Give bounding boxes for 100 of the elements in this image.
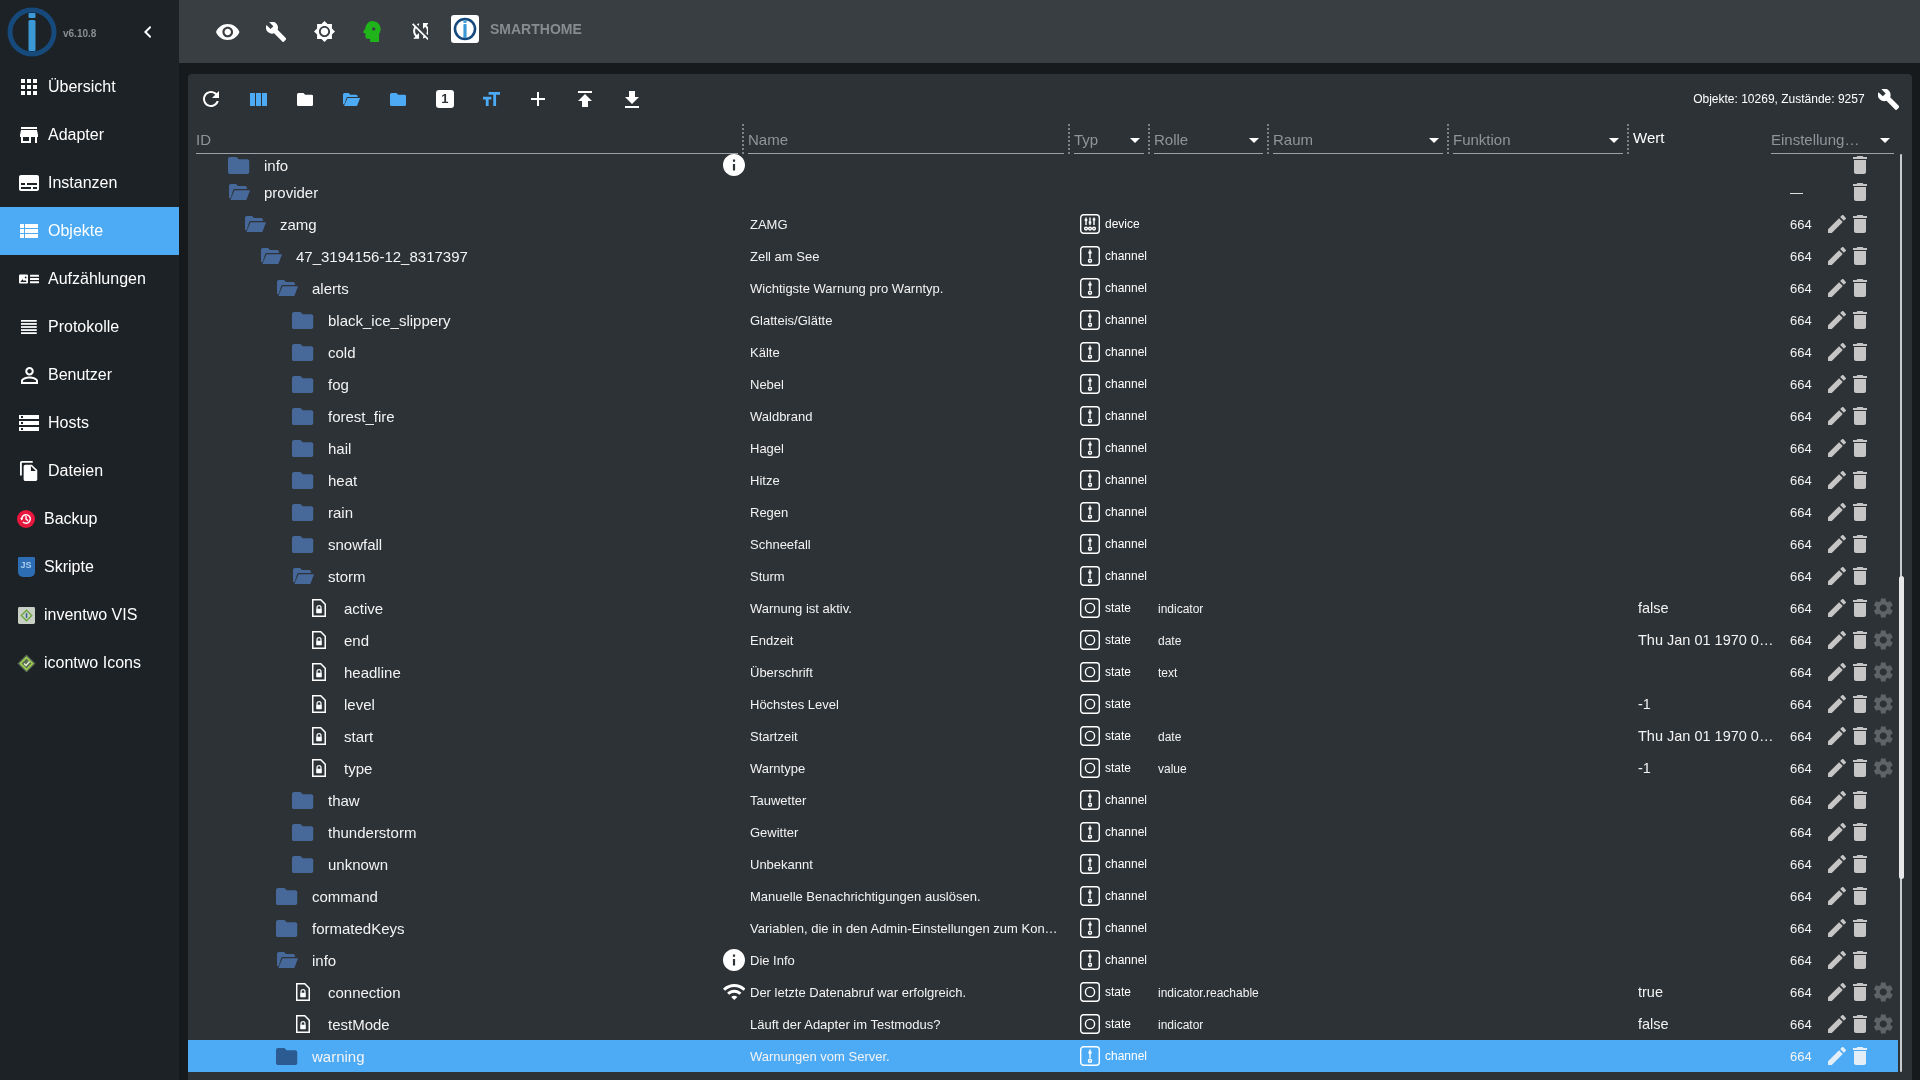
folder-icon[interactable] (389, 92, 407, 106)
trash-icon[interactable] (1853, 951, 1867, 969)
pencil-icon[interactable] (1828, 919, 1846, 937)
tree-row[interactable]: zamg ZAMG device 664 (188, 208, 1898, 240)
trash-icon[interactable] (1853, 1015, 1867, 1033)
column-select[interactable]: Einstellung… (1771, 131, 1894, 154)
brightness-icon[interactable] (313, 21, 335, 42)
ring-logo-icon[interactable] (7, 6, 57, 57)
pencil-icon[interactable] (1828, 471, 1846, 489)
pencil-icon[interactable] (1828, 439, 1846, 457)
tree-row[interactable]: provider — (188, 176, 1898, 208)
tree-row[interactable]: thunderstorm Gewitter channel 664 (188, 816, 1898, 848)
trash-icon[interactable] (1853, 599, 1867, 617)
pencil-icon[interactable] (1828, 951, 1846, 969)
tree-row[interactable]: info (188, 154, 1898, 176)
tree-row[interactable]: black_ice_slippery Glatteis/Glätte channel 664 (188, 304, 1898, 336)
tree-row[interactable]: unknown Unbekannt channel 664 (188, 848, 1898, 880)
download-icon[interactable] (624, 90, 639, 108)
tree-row[interactable]: forest_fire Waldbrand channel 664 (188, 400, 1898, 432)
pencil-icon[interactable] (1828, 695, 1846, 713)
pencil-icon[interactable] (1828, 983, 1846, 1001)
folder-icon[interactable] (296, 92, 313, 106)
upload-icon[interactable] (577, 91, 592, 107)
nav-item[interactable]: JS Skripte (0, 543, 179, 591)
tree-row[interactable]: headline Überschrift state text 664 (188, 656, 1898, 688)
trash-icon[interactable] (1853, 439, 1867, 457)
nav-item[interactable]: inventwo VIS (0, 591, 179, 639)
trash-icon[interactable] (1853, 983, 1867, 1001)
pencil-icon[interactable] (1828, 311, 1846, 329)
filter-field[interactable]: Name (748, 131, 1064, 154)
pencil-icon[interactable] (1828, 791, 1846, 809)
trash-icon[interactable] (1853, 855, 1867, 873)
trash-icon[interactable] (1853, 471, 1867, 489)
tree-row[interactable]: end Endzeit state date Thu Jan 01 1970 0… 664 (188, 624, 1898, 656)
trash-icon[interactable] (1853, 823, 1867, 841)
nav-item[interactable]: Hosts (0, 399, 179, 447)
pencil-icon[interactable] (1828, 631, 1846, 649)
pencil-icon[interactable] (1828, 663, 1846, 681)
pencil-icon[interactable] (1828, 599, 1846, 617)
trash-icon[interactable] (1853, 759, 1867, 777)
pencil-icon[interactable] (1828, 343, 1846, 361)
tree-row[interactable]: level Höchstes Level state -1 664 (188, 688, 1898, 720)
trash-icon[interactable] (1853, 535, 1867, 553)
tree-row[interactable]: rain Regen channel 664 (188, 496, 1898, 528)
tree-row[interactable]: type Warntype state value -1 664 (188, 752, 1898, 784)
nav-item[interactable]: Protokolle (0, 303, 179, 351)
pencil-icon[interactable] (1828, 279, 1846, 297)
trash-icon[interactable] (1853, 503, 1867, 521)
tree-row[interactable]: hail Hagel channel 664 (188, 432, 1898, 464)
trash-icon[interactable] (1853, 407, 1867, 425)
ring-logo-icon[interactable] (451, 14, 479, 43)
pencil-icon[interactable] (1828, 247, 1846, 265)
nav-item[interactable]: Dateien (0, 447, 179, 495)
tree-row[interactable]: alerts Wichtigste Warnung pro Warntyp. channel 664 (188, 272, 1898, 304)
nav-item[interactable]: Aufzählungen (0, 255, 179, 303)
chevron-left-icon[interactable] (143, 25, 151, 38)
nav-item[interactable]: Übersicht (0, 63, 179, 111)
trash-icon[interactable] (1853, 156, 1867, 174)
tree-row[interactable]: command Manuelle Benachrichtigungen auslösen. channel 664 (188, 880, 1898, 912)
trash-icon[interactable] (1853, 631, 1867, 649)
tree-row[interactable]: 47_3194156-12_8317397 Zell am See channel 664 (188, 240, 1898, 272)
trash-icon[interactable] (1853, 311, 1867, 329)
tree-row[interactable]: formatedKeys Variablen, die in den Admin-Einstellungen zum Kon… channel 664 (188, 912, 1898, 944)
trash-icon[interactable] (1853, 247, 1867, 265)
trash-icon[interactable] (1853, 695, 1867, 713)
number-button[interactable]: 1 (435, 90, 454, 108)
pencil-icon[interactable] (1828, 535, 1846, 553)
tree-row[interactable]: start Startzeit state date Thu Jan 01 1970 0… 664 (188, 720, 1898, 752)
pencil-icon[interactable] (1828, 887, 1846, 905)
pencil-icon[interactable] (1828, 215, 1846, 233)
scrollbar-track[interactable] (1900, 154, 1902, 1072)
refresh-icon[interactable] (203, 91, 220, 107)
trash-icon[interactable] (1853, 791, 1867, 809)
nav-item[interactable]: Backup (0, 495, 179, 543)
pencil-icon[interactable] (1828, 855, 1846, 873)
text-size-icon[interactable] (482, 92, 501, 106)
nav-item[interactable]: Instanzen (0, 159, 179, 207)
sync-off-icon[interactable] (411, 23, 429, 40)
trash-icon[interactable] (1853, 663, 1867, 681)
pencil-icon[interactable] (1828, 375, 1846, 393)
pencil-icon[interactable] (1828, 567, 1846, 585)
trash-icon[interactable] (1853, 567, 1867, 585)
trash-icon[interactable] (1853, 919, 1867, 937)
tree-row[interactable]: connection Der letzte Datenabruf war erfolgreich. state indicator.reachable true 664 (188, 976, 1898, 1008)
column-select[interactable]: Funktion (1453, 131, 1623, 154)
trash-icon[interactable] (1853, 887, 1867, 905)
pencil-icon[interactable] (1828, 759, 1846, 777)
nav-item[interactable]: icontwo Icons (0, 639, 179, 687)
nav-item[interactable]: Adapter (0, 111, 179, 159)
pencil-icon[interactable] (1828, 823, 1846, 841)
tree-row[interactable]: testMode Läuft der Adapter im Testmodus? state indicator false 664 (188, 1008, 1898, 1040)
tree-row[interactable]: fog Nebel channel 664 (188, 368, 1898, 400)
trash-icon[interactable] (1853, 727, 1867, 745)
column-select[interactable]: Rolle (1154, 131, 1263, 154)
tree-row[interactable]: storm Sturm channel 664 (188, 560, 1898, 592)
pencil-icon[interactable] (1828, 1015, 1846, 1033)
nav-item[interactable]: Benutzer (0, 351, 179, 399)
tree-row[interactable]: snowfall Schneefall channel 664 (188, 528, 1898, 560)
trash-icon[interactable] (1853, 215, 1867, 233)
column-select[interactable]: Raum (1273, 131, 1443, 154)
